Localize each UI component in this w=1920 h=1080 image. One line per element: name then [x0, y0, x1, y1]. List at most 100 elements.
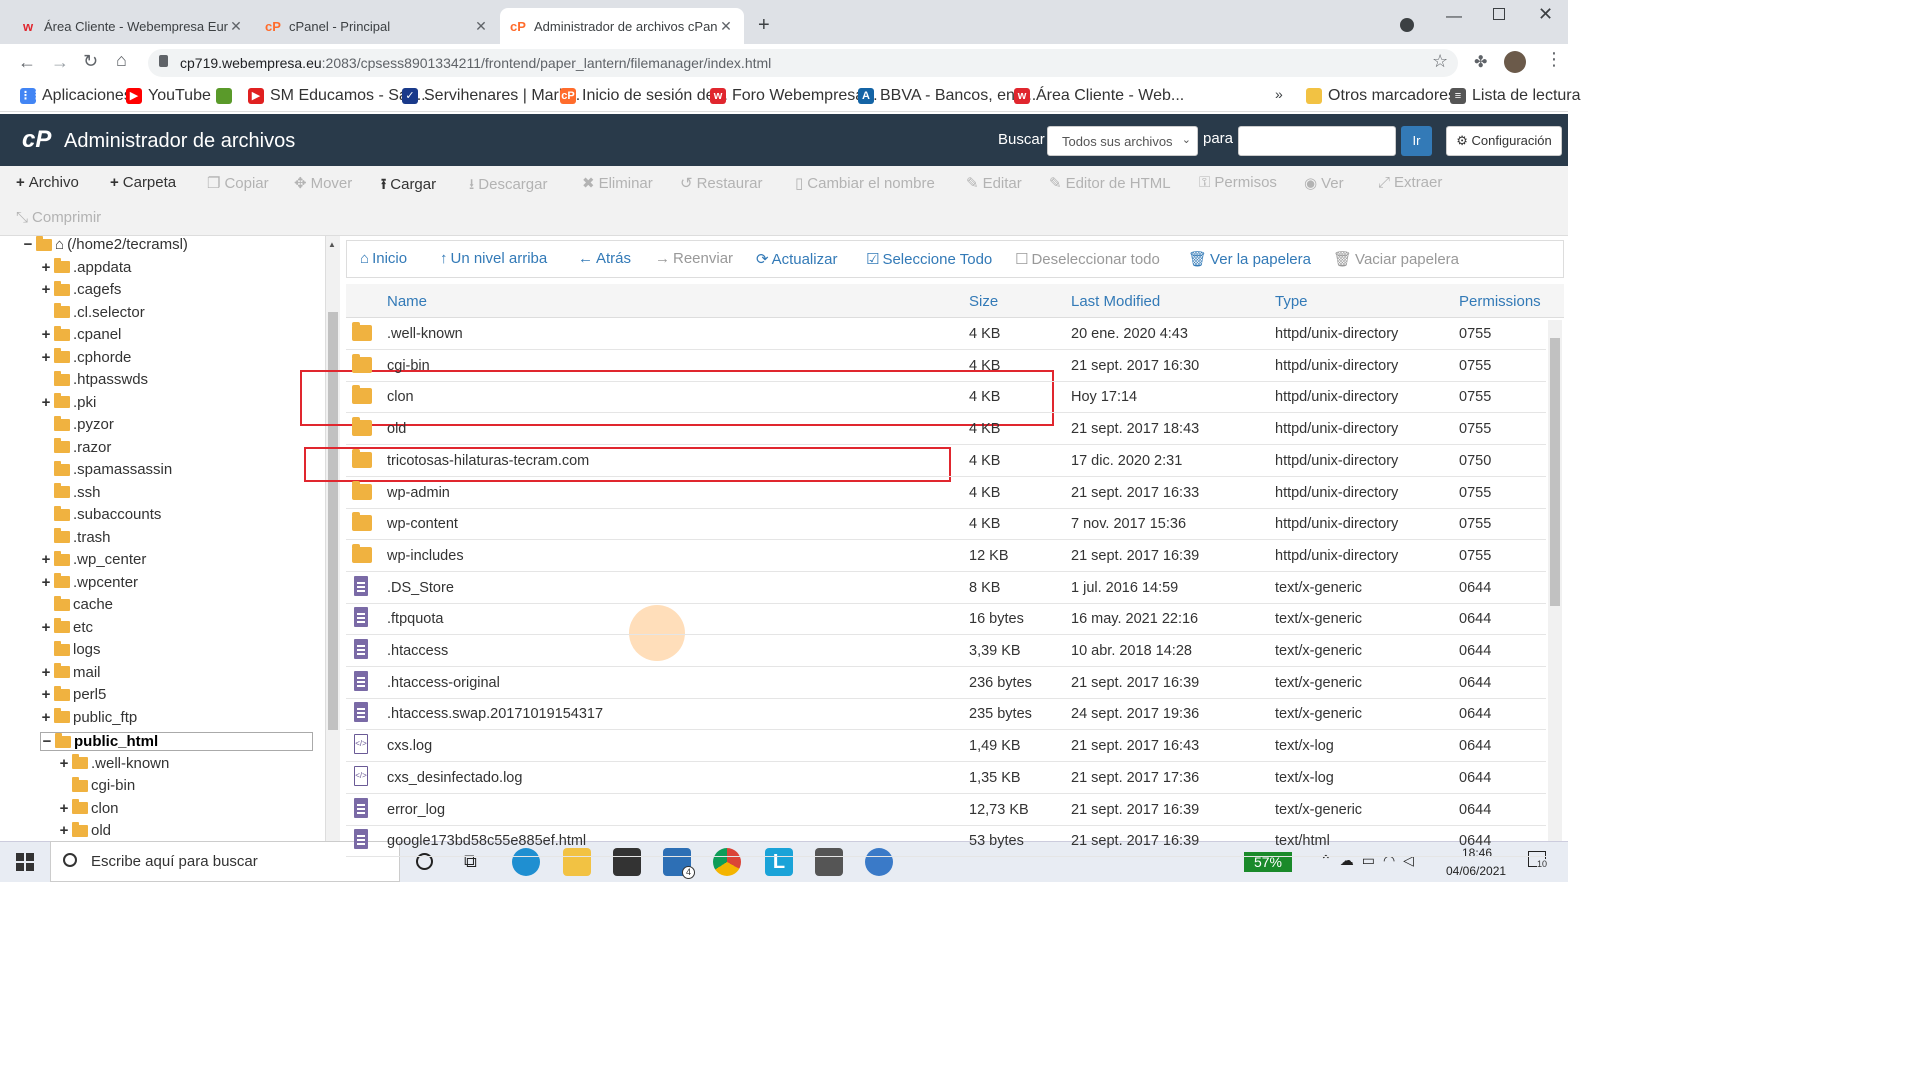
- tree-root[interactable]: − ⌂ (/home2/tecramsl): [22, 236, 188, 253]
- column-header-type[interactable]: Type: [1275, 293, 1308, 310]
- bookmark-item[interactable]: A BBVA - Bancos, enti...: [858, 87, 1036, 105]
- tree-item[interactable]: + .pki: [40, 393, 96, 411]
- toolbar-comprimir-button[interactable]: ⤡ Comprimir: [16, 209, 101, 226]
- table-row[interactable]: .htaccess.swap.20171019154317 235 bytes 24…: [346, 698, 1546, 731]
- tree-item[interactable]: logs: [40, 640, 101, 658]
- bookmark-item[interactable]: ≡ Lista de lectura: [1450, 87, 1581, 105]
- tree-item[interactable]: .ssh: [40, 483, 101, 501]
- toolbar-archivo-button[interactable]: + Archivo: [16, 174, 79, 191]
- windows-start-icon[interactable]: [16, 853, 34, 871]
- tree-item[interactable]: .spamassassin: [40, 460, 172, 478]
- maximize-button[interactable]: [1493, 8, 1505, 20]
- tree-item[interactable]: + public_ftp: [40, 708, 137, 726]
- tree-item[interactable]: .razor: [40, 438, 111, 456]
- tree-subitem[interactable]: + clon: [58, 799, 119, 817]
- expand-icon[interactable]: +: [40, 259, 52, 276]
- table-row[interactable]: tricotosas-hilaturas-tecram.com 4 KB 17 di…: [346, 445, 1546, 477]
- expand-icon[interactable]: +: [40, 394, 52, 411]
- nav-atrás-button[interactable]: ← Atrás: [578, 250, 631, 267]
- nav-un-nivel-arriba-button[interactable]: ↑ Un nivel arriba: [440, 250, 547, 267]
- toolbar-descargar-button[interactable]: ⭳ Descargar: [469, 174, 547, 199]
- back-button[interactable]: ←: [18, 52, 36, 73]
- tree-item[interactable]: .pyzor: [40, 415, 114, 433]
- url-field[interactable]: cp719.webempresa.eu:2083/cpsess890133421…: [148, 49, 1458, 77]
- table-row[interactable]: </> cxs.log 1,49 KB 21 sept. 2017 16:43 text…: [346, 730, 1546, 763]
- close-tab-icon[interactable]: ✕: [228, 18, 244, 35]
- table-row[interactable]: error_log 12,73 KB 21 sept. 2017 16:39 text…: [346, 794, 1546, 826]
- bookmark-item[interactable]: w Área Cliente - Web...: [1014, 87, 1184, 105]
- more-bookmarks-button[interactable]: »: [1275, 86, 1283, 102]
- home-icon[interactable]: ⌂: [116, 50, 127, 71]
- toolbar-cargar-button[interactable]: ⭱ Cargar: [381, 174, 436, 199]
- expand-icon[interactable]: +: [40, 664, 52, 681]
- add-tab-button[interactable]: +: [758, 14, 770, 37]
- extensions-icon[interactable]: ✤: [1474, 52, 1487, 72]
- tree-item[interactable]: .cl.selector: [40, 303, 145, 321]
- close-tab-icon[interactable]: ✕: [473, 18, 489, 35]
- bookmark-item[interactable]: w Foro Webempresa...: [710, 87, 878, 105]
- collapse-icon[interactable]: −: [22, 236, 34, 253]
- toolbar-permisos-button[interactable]: ⚿ Permisos: [1199, 174, 1277, 191]
- tree-item[interactable]: + etc: [40, 618, 93, 636]
- toolbar-copiar-button[interactable]: ❐ Copiar: [207, 174, 269, 192]
- nav-deseleccionar-todo-button[interactable]: ☐ Deseleccionar todo: [1015, 250, 1160, 268]
- toolbar-restaurar-button[interactable]: ↺ Restaurar: [680, 174, 762, 192]
- table-row[interactable]: wp-includes 12 KB 21 sept. 2017 16:39 httpd…: [346, 540, 1546, 572]
- table-row[interactable]: wp-content 4 KB 7 nov. 2017 15:36 httpd/uni…: [346, 508, 1546, 541]
- clock-date[interactable]: 04/06/2021: [1446, 864, 1506, 878]
- tree-item[interactable]: + .cagefs: [40, 280, 121, 298]
- expand-icon[interactable]: +: [40, 281, 52, 298]
- bookmark-item[interactable]: ▶ YouTube: [126, 87, 211, 105]
- tree-item[interactable]: cache: [40, 595, 113, 613]
- nav-ver-la-papelera-button[interactable]: 🗑 Ver la papelera: [1188, 250, 1311, 268]
- browser-menu-icon[interactable]: ⋮: [1545, 49, 1563, 70]
- tree-item[interactable]: + mail: [40, 663, 101, 681]
- tree-item[interactable]: + .wp_center: [40, 550, 146, 568]
- nav-inicio-button[interactable]: ⌂ Inicio: [360, 250, 407, 267]
- close-tab-icon[interactable]: ✕: [718, 18, 734, 35]
- table-row[interactable]: old 4 KB 21 sept. 2017 18:43 httpd/unix-dir…: [346, 413, 1546, 446]
- scroll-up-icon[interactable]: ▲: [328, 240, 336, 249]
- expand-icon[interactable]: +: [40, 574, 52, 591]
- tree-item[interactable]: .trash: [40, 528, 111, 546]
- table-row[interactable]: </> cxs_desinfectado.log 1,35 KB 21 sept. 2…: [346, 762, 1546, 794]
- table-row[interactable]: .DS_Store 8 KB 1 jul. 2016 14:59 text/x-gen…: [346, 572, 1546, 604]
- tree-item[interactable]: − public_html: [40, 732, 313, 751]
- toolbar-mover-button[interactable]: ✥ Mover: [294, 174, 352, 192]
- expand-icon[interactable]: +: [40, 709, 52, 726]
- bookmark-item[interactable]: ✓ Servihenares | Mark...: [402, 87, 580, 105]
- tree-subitem[interactable]: + old: [58, 821, 111, 839]
- table-row[interactable]: clon 4 KB Hoy 17:14 httpd/unix-directory 075…: [346, 381, 1546, 414]
- table-row[interactable]: .htaccess 3,39 KB 10 abr. 2018 14:28 text/x…: [346, 635, 1546, 667]
- table-row[interactable]: .well-known 4 KB 20 ene. 2020 4:43 httpd/un…: [346, 318, 1546, 350]
- minimize-button[interactable]: —: [1446, 8, 1462, 26]
- bookmark-item[interactable]: ⋮⋮ Aplicaciones: [20, 87, 132, 105]
- close-window-button[interactable]: ✕: [1538, 4, 1553, 25]
- tree-subitem[interactable]: + .well-known: [58, 754, 169, 772]
- expand-icon[interactable]: +: [40, 326, 52, 343]
- table-row[interactable]: .htaccess-original 236 bytes 21 sept. 2017…: [346, 667, 1546, 699]
- bookmark-icon-android[interactable]: [216, 88, 238, 104]
- table-row[interactable]: wp-admin 4 KB 21 sept. 2017 16:33 httpd/uni…: [346, 477, 1546, 509]
- tree-item[interactable]: .htpasswds: [40, 370, 148, 388]
- expand-icon[interactable]: +: [40, 551, 52, 568]
- column-header-permissions[interactable]: Permissions: [1459, 293, 1541, 310]
- reload-button[interactable]: ↻: [83, 51, 98, 72]
- nav-seleccione-todo-button[interactable]: ☑ Seleccione Todo: [866, 250, 992, 268]
- expand-icon[interactable]: +: [40, 619, 52, 636]
- tree-item[interactable]: + perl5: [40, 685, 106, 703]
- tab-search-icon[interactable]: [1400, 18, 1414, 32]
- tree-item[interactable]: + .cphorde: [40, 348, 131, 366]
- column-header-size[interactable]: Size: [969, 293, 998, 310]
- toolbar-editar-button[interactable]: ✎ Editar: [966, 174, 1022, 192]
- nav-reenviar-button[interactable]: → Reenviar: [655, 250, 733, 267]
- browser-tab[interactable]: w Área Cliente - Webempresa Euro ✕: [10, 8, 254, 44]
- expand-icon[interactable]: +: [58, 800, 70, 817]
- bookmark-item[interactable]: cP Inicio de sesión de...: [560, 87, 728, 105]
- forward-button[interactable]: →: [51, 52, 69, 73]
- toolbar-eliminar-button[interactable]: ✖ Eliminar: [582, 174, 653, 192]
- toolbar-carpeta-button[interactable]: + Carpeta: [110, 174, 176, 191]
- nav-vaciar-papelera-button[interactable]: 🗑 Vaciar papelera: [1333, 250, 1459, 268]
- expand-icon[interactable]: +: [40, 686, 52, 703]
- table-row[interactable]: cgi-bin 4 KB 21 sept. 2017 16:30 httpd/unix…: [346, 350, 1546, 382]
